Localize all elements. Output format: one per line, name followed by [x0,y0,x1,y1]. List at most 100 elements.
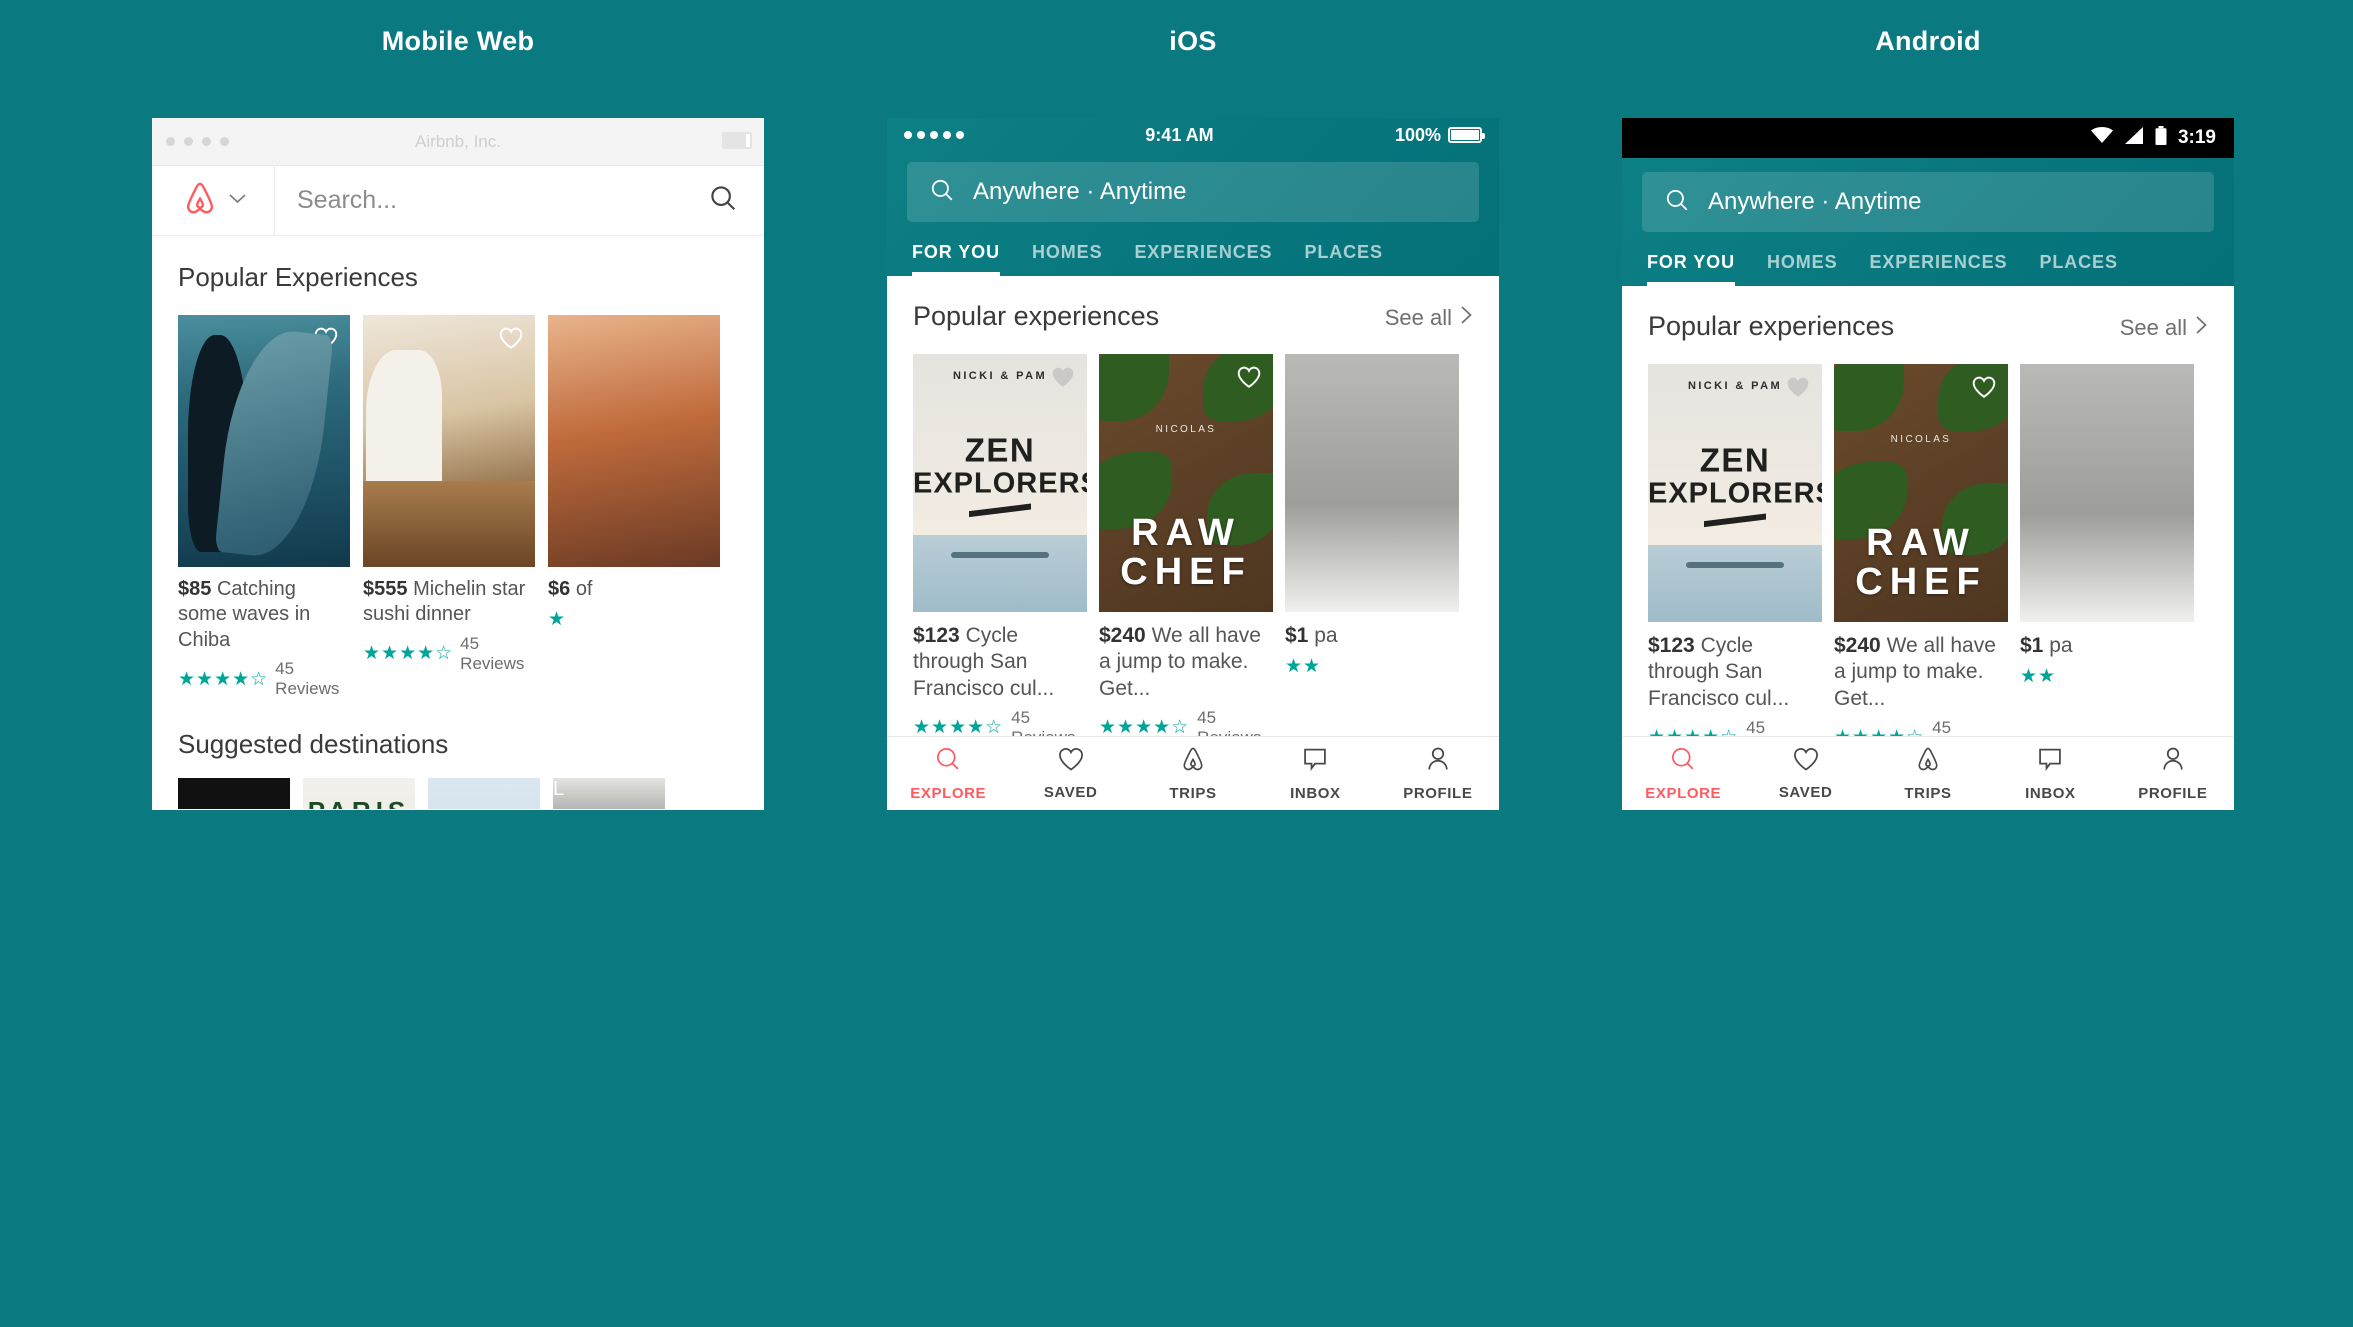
card-rating: ★★ [2020,665,2194,688]
card-price: $123 [913,624,960,647]
tab-homes[interactable]: HOMES [1767,252,1838,286]
card-price: $123 [1648,634,1695,657]
tabbar-item-explore[interactable]: EXPLORE [1622,745,1744,802]
search-input[interactable]: Search... [275,166,764,235]
wifi-icon [2090,126,2113,150]
star-rating-icon: ★★★★☆ [178,668,269,690]
see-all-link[interactable]: See all [2120,315,2208,341]
tab-homes[interactable]: HOMES [1032,242,1103,276]
card-price: $1 [1285,624,1309,647]
tabbar-item-explore[interactable]: EXPLORE [887,745,1009,802]
ios-header: 9:41 AM 100% Anywhere · Anytime FOR YOU … [887,118,1499,276]
destination-card-paris[interactable]: PARIS [303,778,415,809]
heart-icon[interactable] [498,326,524,355]
section-heading-suggested-destinations: Suggested destinations [178,729,449,760]
search-input[interactable]: Anywhere · Anytime [1642,172,2214,232]
experience-card[interactable]: $85 Catching some waves in Chiba ★★★★☆ 4… [178,315,350,699]
destination-card-havana[interactable]: HAVANA [428,778,540,809]
card-image-zen-explorers[interactable]: NICKI & PAM ZEN EXPLORERS [913,354,1087,612]
experiences-carousel[interactable]: NICKI & PAM ZEN EXPLORERS $123 Cycle thro… [1622,342,2234,758]
heart-icon[interactable] [1785,375,1811,404]
card-image-zen-explorers[interactable]: NICKI & PAM ZEN EXPLORERS [1648,364,1822,622]
star-rating-icon: ★★★★☆ [363,643,454,665]
destination-card-tokyo[interactable]: TOKYO 東京 [178,778,290,809]
logo-menu-button[interactable] [152,166,275,235]
experience-card[interactable]: $1 pa ★★ [1285,354,1459,748]
tabbar-item-saved[interactable]: SAVED [1009,746,1131,801]
search-input[interactable]: Anywhere · Anytime [907,162,1479,222]
card-reviews: 45 Reviews [275,659,340,699]
heart-icon[interactable] [1050,365,1076,394]
tabbar-label: PROFILE [1403,785,1473,802]
card-caption: $240 We all have a jump to make. Get... [1099,623,1273,702]
mobile-web-navbar: Search... [152,166,764,236]
tabbar-label: SAVED [1778,784,1833,801]
card-price: $240 [1099,624,1146,647]
tabbar-item-saved[interactable]: SAVED [1744,746,1866,801]
experience-card[interactable]: $555 Michelin star sushi dinner ★★★★☆ 45… [363,315,535,699]
tabbar-item-profile[interactable]: PROFILE [2112,745,2234,802]
page-root: Mobile Web iOS Android Airbnb, Inc. Sear… [0,0,2353,1327]
battery-full-icon [2155,125,2167,151]
see-all-label: See all [2119,315,2187,340]
ios-tab-bar[interactable]: EXPLORE SAVED TRIPS INBOX PROFILE [887,736,1499,810]
tab-experiences[interactable]: EXPERIENCES [1870,252,2008,286]
search-icon[interactable] [708,183,738,218]
tab-places[interactable]: PLACES [2039,252,2117,286]
heart-icon[interactable] [1971,375,1997,404]
search-icon [1664,187,1690,218]
zen-boat-decor [1686,561,1784,568]
tab-experiences[interactable]: EXPERIENCES [1135,242,1273,276]
experience-card[interactable]: NICKI & PAM ZEN EXPLORERS $123 Cycle thro… [1648,364,1822,758]
card-price: $240 [1834,634,1881,657]
airbnb-logo-icon [181,179,219,222]
experience-card[interactable]: NICOLAS RAW CHEF $240 We all have a jump … [1099,354,1273,748]
tabbar-item-profile[interactable]: PROFILE [1377,745,1499,802]
see-all-link[interactable]: See all [1385,305,1473,331]
battery-full-icon [1448,127,1485,143]
android-tab-bar[interactable]: EXPLORE SAVED TRIPS INBOX PROFILE [1622,736,2234,810]
android-tab-strip[interactable]: FOR YOU HOMES EXPERIENCES PLACES [1622,232,2234,286]
ios-content: Popular experiences See all NICKI & PAM … [887,276,1499,810]
android-content: Popular experiences See all NICKI & PAM … [1622,286,2234,810]
experiences-carousel[interactable]: $85 Catching some waves in Chiba ★★★★☆ 4… [152,293,764,699]
ios-device: 9:41 AM 100% Anywhere · Anytime FOR YOU … [887,118,1499,810]
android-header: Anywhere · Anytime FOR YOU HOMES EXPERIE… [1622,158,2234,286]
heart-icon[interactable] [1236,365,1262,394]
card-image-sushi[interactable] [363,315,535,567]
ios-tab-strip[interactable]: FOR YOU HOMES EXPERIENCES PLACES [887,222,1499,276]
heart-icon[interactable] [313,326,339,355]
card-image-partial[interactable] [1285,354,1459,612]
experiences-carousel[interactable]: NICKI & PAM ZEN EXPLORERS $123 Cycle thro… [887,332,1499,748]
section-header-popular-experiences: Popular experiences See all [1622,286,2234,342]
card-image-partial[interactable] [2020,364,2194,622]
tab-places[interactable]: PLACES [1304,242,1382,276]
tabbar-item-trips[interactable]: TRIPS [1132,745,1254,802]
destinations-carousel[interactable]: TOKYO 東京 PARIS HAVANA L [152,760,764,809]
heart-icon [1792,746,1820,777]
tabbar-item-inbox[interactable]: INBOX [1989,745,2111,802]
experience-card[interactable]: NICKI & PAM ZEN EXPLORERS $123 Cycle thro… [913,354,1087,748]
tab-for-you[interactable]: FOR YOU [912,242,1000,276]
search-placeholder: Search... [297,186,398,214]
experience-card[interactable]: NICOLAS RAW CHEF $240 We all have a jump … [1834,364,2008,758]
card-price: $1 [2020,634,2044,657]
destination-card-partial[interactable]: L [553,778,665,809]
card-image-raw-chef[interactable]: NICOLAS RAW CHEF [1099,354,1273,612]
tabbar-item-trips[interactable]: TRIPS [1867,745,1989,802]
card-caption: $1 pa [1285,623,1459,649]
destination-label: L [553,778,565,801]
chevron-down-icon [228,192,246,210]
battery-full-icon [722,132,752,149]
experience-card[interactable]: $6 of ★ [548,315,720,699]
tabbar-item-inbox[interactable]: INBOX [1254,745,1376,802]
tab-for-you[interactable]: FOR YOU [1647,252,1735,286]
card-title: pa [2049,634,2073,657]
airbnb-logo-icon [1914,745,1942,778]
card-image-surfer[interactable] [178,315,350,567]
card-image-raw-chef[interactable]: NICOLAS RAW CHEF [1834,364,2008,622]
card-image-partial[interactable] [548,315,720,567]
experience-card[interactable]: $1 pa ★★ [2020,364,2194,758]
card-caption: $1 pa [2020,633,2194,659]
card-reviews: 45 Reviews [460,633,525,673]
